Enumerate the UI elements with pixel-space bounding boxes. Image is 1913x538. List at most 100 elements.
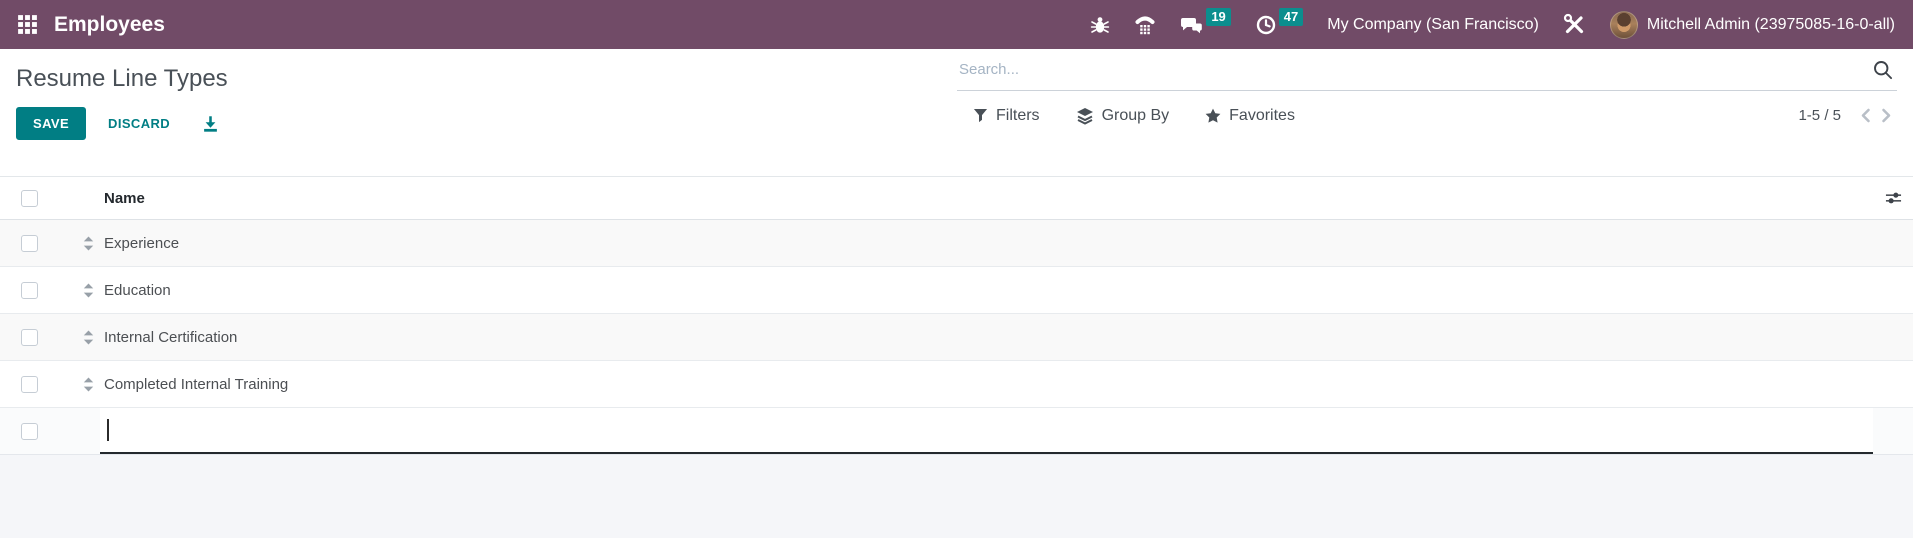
search-input[interactable]	[957, 61, 1869, 78]
table-row[interactable]: Internal Certification	[0, 314, 1913, 361]
bug-icon	[1091, 16, 1110, 33]
tools-icon	[1563, 13, 1583, 34]
row-handle-cell	[76, 267, 100, 313]
row-name: Education	[104, 281, 171, 299]
pager: 1-5 / 5	[1798, 106, 1897, 125]
favorites-label: Favorites	[1229, 106, 1295, 124]
filters-button[interactable]: Filters	[973, 107, 1040, 125]
content-background	[0, 454, 1913, 538]
activities-button[interactable]: 47	[1255, 7, 1304, 36]
list-header: Name	[0, 176, 1913, 220]
active-app-name[interactable]: Employees	[54, 13, 165, 37]
debug-button[interactable]	[1090, 15, 1110, 35]
control-panel-buttons: SAVE DISCARD	[16, 107, 957, 140]
column-options-icon[interactable]	[1885, 191, 1902, 205]
breadcrumb-page-title: Resume Line Types	[16, 65, 228, 92]
row-checkbox-cell	[0, 267, 76, 313]
row-checkbox[interactable]	[21, 234, 38, 252]
row-trailing-cell	[1873, 267, 1913, 313]
row-checkbox[interactable]	[21, 422, 38, 440]
name-column-header[interactable]: Name	[76, 190, 1873, 207]
row-name-cell[interactable]	[100, 408, 1873, 454]
row-handle-cell	[76, 220, 100, 266]
search-facets: Filters Group By Favorites	[957, 107, 1295, 125]
list-body: Experience Education Internal Certificat…	[0, 220, 1913, 454]
user-avatar	[1609, 10, 1638, 39]
row-name: Experience	[104, 234, 180, 252]
row-checkbox[interactable]	[21, 375, 38, 393]
group-by-label: Group By	[1101, 106, 1170, 124]
table-row[interactable]: Experience	[0, 220, 1913, 267]
top-navbar: Employees 19 47 My Company (San Francisc…	[0, 0, 1913, 49]
drag-handle-icon[interactable]	[83, 283, 94, 298]
search-icon	[1874, 60, 1893, 79]
messages-button[interactable]: 19	[1180, 7, 1231, 36]
drag-handle-icon[interactable]	[83, 330, 94, 345]
control-panel-right: Filters Group By Fav	[957, 49, 1913, 176]
table-row[interactable]: Education	[0, 267, 1913, 314]
drag-handle-icon[interactable]	[83, 377, 94, 392]
navbar-systray: 19 47 My Company (San Francisco) Mitchel…	[1090, 7, 1895, 39]
activities-icon	[1256, 15, 1275, 34]
header-checkbox-cell	[0, 189, 76, 207]
row-name-cell[interactable]: Education	[100, 267, 1873, 313]
row-trailing-cell	[1873, 361, 1913, 407]
download-icon	[204, 116, 217, 132]
header-options-cell	[1873, 191, 1913, 205]
control-panel-left: Resume Line Types SAVE DISCARD	[0, 49, 957, 176]
company-switcher[interactable]: My Company (San Francisco)	[1327, 16, 1539, 34]
favorites-button[interactable]: Favorites	[1205, 107, 1295, 125]
row-checkbox-cell	[0, 220, 76, 266]
control-panel: Resume Line Types SAVE DISCARD Search...…	[0, 49, 1913, 176]
user-name: Mitchell Admin (23975085-16-0-all)	[1646, 15, 1895, 33]
discard-button[interactable]: DISCARD	[94, 108, 184, 139]
tools-button[interactable]	[1563, 13, 1586, 36]
filter-icon	[973, 108, 988, 123]
pager-previous-icon	[1861, 108, 1870, 123]
export-button[interactable]	[198, 111, 223, 136]
select-all-checkbox[interactable]	[21, 189, 38, 207]
pager-next-button[interactable]	[1876, 106, 1897, 125]
row-name-cell[interactable]: Internal Certification	[100, 314, 1873, 360]
row-name-cell[interactable]: Experience	[100, 220, 1873, 266]
apps-menu-icon	[17, 15, 37, 34]
row-checkbox-cell	[0, 314, 76, 360]
group-by-icon	[1076, 107, 1093, 125]
row-trailing-cell	[1873, 408, 1913, 454]
employees-resume-line-types-page: Employees 19 47 My Company (San Francisc…	[0, 0, 1913, 538]
pager-next-icon	[1882, 108, 1891, 123]
row-handle-cell	[76, 408, 100, 454]
row-name-cell[interactable]: Completed Internal Training	[100, 361, 1873, 407]
messages-icon	[1181, 17, 1203, 33]
text-cursor	[107, 419, 109, 441]
row-checkbox[interactable]	[21, 281, 38, 299]
row-checkbox[interactable]	[21, 328, 38, 346]
row-name: Completed Internal Training	[104, 375, 289, 393]
group-by-button[interactable]: Group By	[1076, 106, 1170, 125]
save-button[interactable]: SAVE	[16, 107, 87, 140]
user-menu[interactable]: Mitchell Admin (23975085-16-0-all)	[1609, 10, 1895, 39]
table-row[interactable]: Completed Internal Training	[0, 361, 1913, 408]
filters-label: Filters	[996, 106, 1040, 124]
row-checkbox-cell	[0, 408, 76, 454]
drag-handle-icon[interactable]	[83, 236, 94, 251]
search-options-row: Filters Group By Favorites 1-5 / 5	[957, 106, 1897, 125]
pager-range[interactable]: 1-5 / 5	[1798, 107, 1841, 124]
voip-phone-icon	[1135, 16, 1155, 34]
apps-menu-button[interactable]	[8, 0, 46, 49]
row-trailing-cell	[1873, 220, 1913, 266]
row-trailing-cell	[1873, 314, 1913, 360]
messages-badge: 19	[1206, 7, 1231, 26]
search-button[interactable]	[1869, 58, 1897, 82]
row-handle-cell	[76, 361, 100, 407]
row-name: Internal Certification	[104, 328, 238, 346]
row-checkbox-cell	[0, 361, 76, 407]
favorites-star-icon	[1205, 108, 1221, 123]
resume-line-types-list: Name Experience Education Internal Certi…	[0, 176, 1913, 454]
voip-button[interactable]	[1134, 14, 1156, 36]
activities-badge: 47	[1278, 7, 1304, 26]
row-handle-cell	[76, 314, 100, 360]
pager-previous-button[interactable]	[1855, 106, 1876, 125]
search-bar	[957, 49, 1897, 91]
table-row[interactable]	[0, 408, 1913, 454]
